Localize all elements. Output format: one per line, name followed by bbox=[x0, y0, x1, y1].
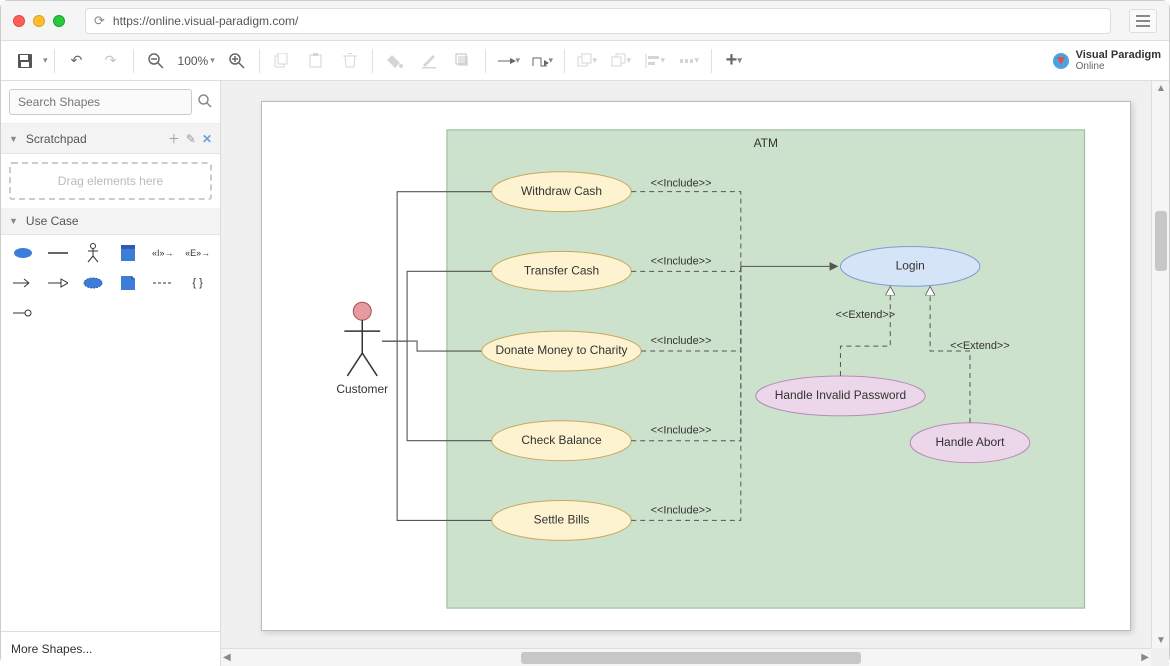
palette-ellipse-icon[interactable] bbox=[9, 243, 38, 263]
redo-button[interactable]: ↷ bbox=[95, 46, 127, 76]
delete-button[interactable] bbox=[334, 46, 366, 76]
palette-triangle-arrow-icon[interactable] bbox=[44, 273, 73, 293]
svg-text:<<Include>>: <<Include>> bbox=[651, 255, 712, 267]
svg-text:<<Include>>: <<Include>> bbox=[651, 425, 712, 437]
save-button[interactable] bbox=[9, 46, 41, 76]
scratchpad-title: Scratchpad bbox=[26, 132, 162, 146]
close-icon[interactable]: ✕ bbox=[202, 132, 212, 146]
paste-button[interactable] bbox=[300, 46, 332, 76]
zoom-out-button[interactable] bbox=[140, 46, 172, 76]
menu-icon[interactable] bbox=[1129, 9, 1157, 33]
align-button[interactable]: ▾ bbox=[639, 46, 671, 76]
svg-text:<<Extend>>: <<Extend>> bbox=[950, 340, 1010, 352]
distribute-button[interactable]: ▾ bbox=[673, 46, 705, 76]
to-back-button[interactable]: ▾ bbox=[605, 46, 637, 76]
palette-include-icon[interactable]: «I»→ bbox=[148, 243, 177, 263]
add-button[interactable]: +▾ bbox=[718, 46, 750, 76]
usecase-login[interactable]: Login bbox=[840, 246, 979, 286]
shadow-button[interactable] bbox=[447, 46, 479, 76]
usecase-balance[interactable]: Check Balance bbox=[492, 421, 631, 461]
canvas[interactable]: ATM Customer Withdraw Cash T bbox=[221, 81, 1169, 666]
zoom-in-button[interactable] bbox=[221, 46, 253, 76]
palette-constraint-icon[interactable]: { } bbox=[183, 273, 212, 293]
actor-label: Customer bbox=[336, 382, 388, 396]
system-name: ATM bbox=[754, 136, 778, 150]
svg-text:Login: Login bbox=[896, 259, 925, 273]
scratchpad-dropzone[interactable]: Drag elements here bbox=[9, 162, 212, 200]
svg-text:Check Balance: Check Balance bbox=[521, 433, 602, 447]
zoom-level[interactable]: 100%▾ bbox=[174, 54, 219, 68]
toolbar: ▾ ↶ ↷ 100%▾ ▾ ▾ ▾ ▾ ▾ ▾ bbox=[1, 41, 1169, 81]
palette-collab-icon[interactable] bbox=[79, 273, 108, 293]
shape-palette: «I»→ «E»→ { } bbox=[1, 235, 220, 331]
brand-text: Visual ParadigmOnline bbox=[1076, 49, 1161, 72]
palette-extend-icon[interactable]: «E»→ bbox=[183, 243, 212, 263]
svg-text:Transfer Cash: Transfer Cash bbox=[524, 264, 599, 278]
fill-button[interactable] bbox=[379, 46, 411, 76]
close-window-icon[interactable] bbox=[13, 15, 25, 27]
palette-system-icon[interactable] bbox=[114, 243, 143, 263]
waypoint-button[interactable]: ▾ bbox=[526, 46, 558, 76]
minimize-window-icon[interactable] bbox=[33, 15, 45, 27]
usecase-title: Use Case bbox=[26, 214, 212, 228]
svg-text:<<Include>>: <<Include>> bbox=[651, 335, 712, 347]
vertical-scrollbar[interactable]: ▲ ▼ bbox=[1151, 81, 1169, 648]
window-controls bbox=[13, 15, 65, 27]
palette-line-icon[interactable] bbox=[44, 243, 73, 263]
svg-text:Handle Invalid Password: Handle Invalid Password bbox=[775, 388, 906, 402]
svg-text:Donate Money to Charity: Donate Money to Charity bbox=[495, 343, 627, 357]
horizontal-scrollbar[interactable]: ◀ ▶ bbox=[221, 648, 1151, 666]
scratchpad-header[interactable]: ▼ Scratchpad ＋ ✎ ✕ bbox=[1, 124, 220, 154]
reload-icon[interactable]: ⟳ bbox=[94, 13, 105, 29]
copy-button[interactable] bbox=[266, 46, 298, 76]
palette-open-arrow-icon[interactable] bbox=[9, 273, 38, 293]
brand-logo[interactable]: Visual ParadigmOnline bbox=[1052, 49, 1161, 72]
svg-text:<<Include>>: <<Include>> bbox=[651, 504, 712, 516]
search-input[interactable] bbox=[9, 89, 192, 115]
search-icon[interactable] bbox=[198, 94, 212, 111]
diagram-paper[interactable]: ATM Customer Withdraw Cash T bbox=[261, 101, 1131, 631]
usecase-invalid[interactable]: Handle Invalid Password bbox=[756, 376, 925, 416]
svg-text:Handle Abort: Handle Abort bbox=[935, 435, 1005, 449]
connector-style-button[interactable]: ▾ bbox=[492, 46, 524, 76]
palette-dash-icon[interactable] bbox=[148, 273, 177, 293]
undo-button[interactable]: ↶ bbox=[61, 46, 93, 76]
actor-customer[interactable] bbox=[344, 302, 380, 376]
to-front-button[interactable]: ▾ bbox=[571, 46, 603, 76]
svg-text:<<Extend>>: <<Extend>> bbox=[836, 309, 896, 321]
usecase-bills[interactable]: Settle Bills bbox=[492, 500, 631, 540]
sidebar: ▼ Scratchpad ＋ ✎ ✕ Drag elements here ▼ … bbox=[1, 81, 221, 666]
edit-icon[interactable]: ✎ bbox=[186, 132, 196, 146]
url-bar[interactable]: ⟳ https://online.visual-paradigm.com/ bbox=[85, 8, 1111, 34]
usecase-withdraw[interactable]: Withdraw Cash bbox=[492, 172, 631, 212]
usecase-donate[interactable]: Donate Money to Charity bbox=[482, 331, 641, 371]
usecase-abort[interactable]: Handle Abort bbox=[910, 423, 1030, 463]
palette-actor-icon[interactable] bbox=[79, 243, 108, 263]
usecase-header[interactable]: ▼ Use Case bbox=[1, 208, 220, 235]
palette-lollipop-icon[interactable] bbox=[9, 303, 38, 323]
browser-bar: ⟳ https://online.visual-paradigm.com/ bbox=[1, 1, 1169, 41]
brand-icon bbox=[1052, 52, 1070, 70]
stroke-button[interactable] bbox=[413, 46, 445, 76]
svg-text:Settle Bills: Settle Bills bbox=[534, 513, 590, 527]
usecase-transfer[interactable]: Transfer Cash bbox=[492, 251, 631, 291]
more-shapes-link[interactable]: More Shapes... bbox=[1, 631, 220, 666]
add-icon[interactable]: ＋ bbox=[168, 130, 180, 147]
url-text: https://online.visual-paradigm.com/ bbox=[113, 14, 298, 28]
svg-text:Withdraw Cash: Withdraw Cash bbox=[521, 184, 602, 198]
palette-note-icon[interactable] bbox=[114, 273, 143, 293]
maximize-window-icon[interactable] bbox=[53, 15, 65, 27]
svg-text:<<Include>>: <<Include>> bbox=[651, 178, 712, 190]
